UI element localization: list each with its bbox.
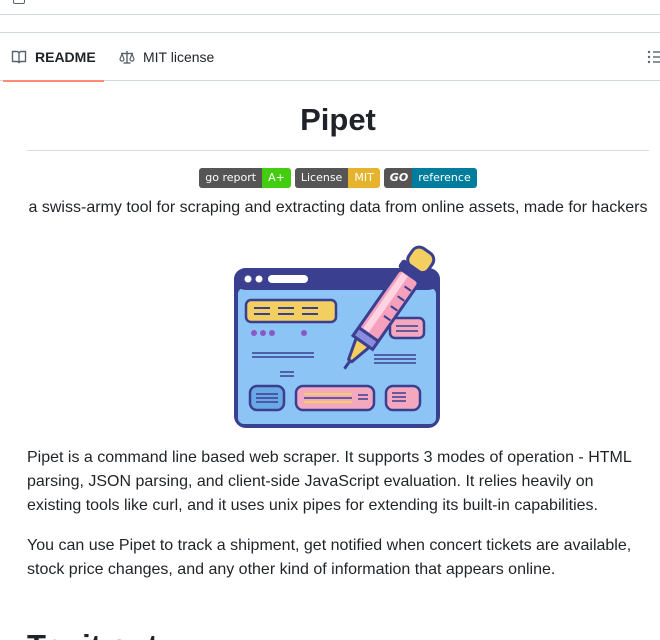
go-report-badge-label: go report: [199, 168, 263, 188]
list-unordered-icon: [647, 50, 660, 64]
tab-license-label: MIT license: [143, 49, 215, 65]
license-badge[interactable]: License MIT: [294, 168, 380, 188]
readme-content: Pipet go report A+ License MIT GO refere…: [27, 100, 649, 582]
readme-title: Pipet: [27, 100, 649, 151]
tab-license[interactable]: MIT license: [119, 33, 214, 81]
go-reference-badge[interactable]: GO reference: [383, 168, 477, 188]
license-badge-label: License: [294, 168, 349, 188]
readme-tagline: a swiss-army tool for scraping and extra…: [28, 199, 648, 216]
readme-paragraph-usecases: You can use Pipet to track a shipment, g…: [27, 537, 632, 578]
folder-icon: [13, 0, 25, 4]
readme-tabbar: README MIT license: [0, 32, 660, 82]
outline-button[interactable]: [646, 47, 660, 67]
book-icon: [11, 50, 27, 64]
go-report-badge-value: A+: [262, 168, 291, 188]
license-badge-value: MIT: [348, 168, 380, 188]
badge-row: go report A+ License MIT GO reference: [27, 168, 649, 188]
tab-readme[interactable]: README: [3, 33, 104, 82]
law-scale-icon: [119, 51, 135, 64]
tab-readme-label: README: [35, 49, 96, 65]
go-report-badge[interactable]: go report A+: [199, 168, 291, 188]
go-logo-icon: GO: [383, 168, 413, 188]
go-reference-badge-value: reference: [412, 168, 477, 188]
readme-paragraph-intro: Pipet is a command line based web scrape…: [27, 449, 632, 514]
pipet-logo-illustration: [234, 245, 440, 428]
section-heading-try-it-out: Try it out: [27, 628, 158, 640]
file-header-strip: [0, 0, 660, 15]
